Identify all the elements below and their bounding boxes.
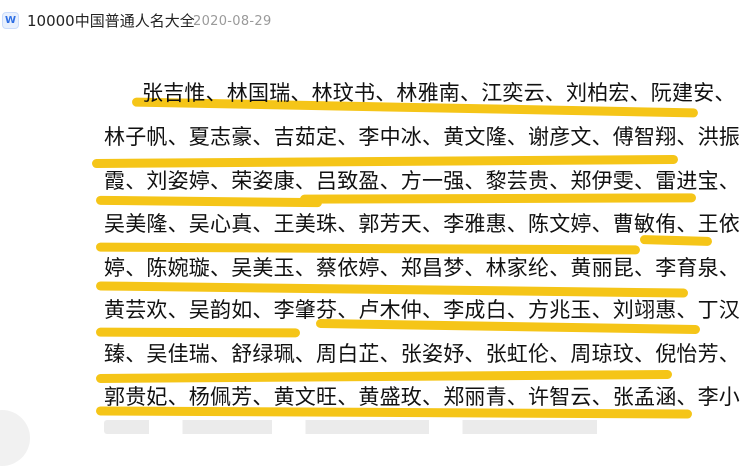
document-title[interactable]: 10000中国普通人名大全	[27, 12, 195, 30]
document-text-line: 郭贵妃、杨佩芳、黄文旺、黄盛玫、郑丽青、许智云、张孟涵、李小	[104, 385, 740, 409]
floating-action-button-edge[interactable]	[0, 410, 30, 466]
document-type-icon: W	[2, 12, 19, 29]
document-text-line: 婷、陈婉璇、吴美玉、蔡依婷、郑昌梦、林家纶、黄丽昆、李育泉、	[104, 256, 740, 280]
highlight-stroke	[95, 369, 673, 384]
highlight-stroke	[95, 242, 641, 255]
highlight-stroke	[95, 327, 301, 338]
doc-icon-letter: W	[4, 14, 17, 26]
highlight-stroke	[299, 193, 697, 204]
highlight-stroke	[95, 195, 323, 208]
document-date: 2020-08-29	[193, 14, 272, 29]
partially-visible-text-line	[104, 420, 664, 434]
document-text-line: 臻、吴佳瑞、舒绿珮、周白芷、张姿妤、张虹伦、周琼玟、倪怡芳、	[104, 342, 740, 366]
document-text-line: 张吉惟、林国瑞、林玟书、林雅南、江奕云、刘柏宏、阮建安、	[142, 81, 736, 105]
document-text-line: 霞、刘姿婷、荣姿康、吕致盈、方一强、黎芸贵、郑伊雯、雷进宝、	[104, 169, 740, 193]
highlight-stroke	[95, 281, 689, 298]
highlight-stroke	[91, 154, 679, 169]
document-text-line: 吴美隆、吴心真、王美珠、郭芳天、李雅惠、陈文婷、曹敏侑、王依	[104, 212, 740, 236]
document-text-line: 林子帆、夏志豪、吉茹定、李中冰、黄文隆、谢彦文、傅智翔、洪振	[104, 125, 740, 149]
document-text-line: 黄芸欢、吴韵如、李肇芬、卢木仲、李成白、方兆玉、刘翊惠、丁汉	[104, 298, 740, 322]
document-header: W 10000中国普通人名大全 2020-08-29	[0, 0, 750, 44]
